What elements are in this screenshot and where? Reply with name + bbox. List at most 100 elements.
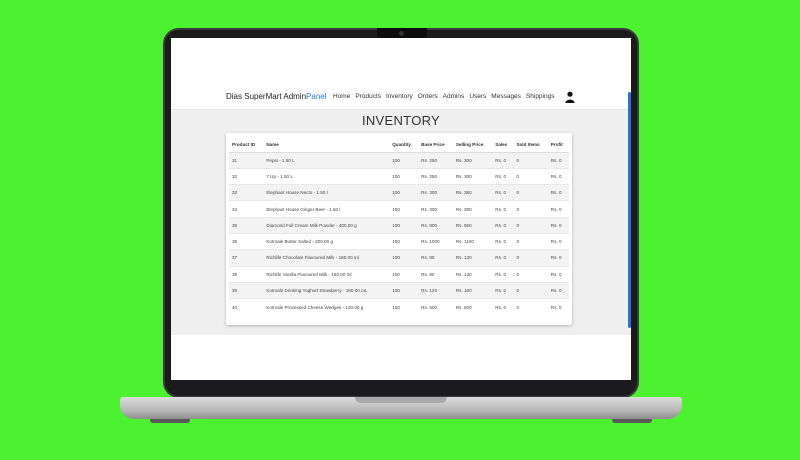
cell-quantity: 100 — [389, 184, 419, 201]
cell-sold-items: 0 — [513, 298, 548, 315]
nav-home[interactable]: Home — [333, 93, 350, 100]
cell-profit: Rs. 0 — [547, 200, 569, 218]
cell-selling-price: Rs. 300 — [452, 151, 493, 169]
col-name: Name — [263, 137, 390, 153]
cell-id: 33 — [229, 184, 264, 201]
cell-base-price: Rs. 250 — [418, 151, 453, 169]
cell-quantity: 100 — [389, 216, 419, 234]
cell-profit: Rs. 0 — [547, 281, 569, 299]
cell-sales: Rs. 0 — [492, 265, 514, 283]
cell-base-price: Rs. 120 — [418, 281, 453, 299]
nav-admins[interactable]: Admins — [443, 93, 465, 100]
cell-quantity: 100 — [389, 232, 419, 250]
col-sales: Sales — [492, 137, 514, 153]
table-row[interactable]: 38 Richlife Vanilla Flavoured Milk - 180.… — [229, 265, 569, 283]
cell-quantity: 100 — [389, 200, 419, 218]
cell-selling-price: Rs. 600 — [452, 298, 493, 315]
cell-sales: Rs. 0 — [492, 281, 514, 299]
cell-profit: Rs. 0 — [547, 232, 569, 250]
table-row[interactable]: 37 Richlife Chocolate Flavoured Milk - 18… — [229, 249, 569, 267]
cell-sales: Rs. 0 — [492, 151, 514, 169]
cell-profit: Rs. 0 — [547, 298, 569, 315]
cell-id: 36 — [229, 232, 264, 250]
cell-selling-price: Rs. 130 — [452, 265, 493, 283]
cell-base-price: Rs. 300 — [418, 200, 453, 218]
cell-name: Kotmale Butter Salted - 200.00 g — [263, 232, 390, 250]
cell-id: 34 — [229, 200, 264, 218]
cell-selling-price: Rs. 380 — [452, 200, 493, 218]
brand-main: Dias SuperMart Admin — [226, 92, 307, 101]
nav-messages[interactable]: Messages — [491, 93, 521, 100]
cell-quantity: 100 — [389, 249, 419, 267]
table-row[interactable]: 33 Elephant House Necto - 1.50 l 100 Rs. 30… — [229, 184, 569, 201]
nav-orders[interactable]: Orders — [418, 93, 438, 100]
table-row[interactable]: 35 Diamond Full Cream Milk Powder - 400.0… — [229, 216, 569, 234]
nav-inventory[interactable]: Inventory — [386, 93, 413, 100]
cell-base-price: Rs. 500 — [418, 298, 453, 315]
cell-profit: Rs. 0 — [547, 216, 569, 234]
nav-shippings[interactable]: Shippings — [526, 93, 555, 100]
cell-selling-price: Rs. 160 — [452, 281, 493, 299]
cell-id: 35 — [229, 216, 264, 234]
cell-quantity: 100 — [389, 151, 419, 169]
col-base-price: Base Price — [418, 137, 453, 153]
table-row[interactable]: 40 Kotmale Processed Cheese Wedges - 120.… — [229, 298, 569, 315]
cell-name: Diamond Full Cream Milk Powder - 400.00 … — [263, 216, 390, 234]
cell-quantity: 100 — [389, 281, 419, 299]
table-row[interactable]: 39 Kotmale Drinking Yoghurt Strawberry - … — [229, 281, 569, 299]
cell-sold-items: 0 — [513, 184, 548, 201]
cell-sold-items: 0 — [513, 167, 548, 185]
table-row[interactable]: 31 Pepsi - 1.50 L 100 Rs. 250 Rs. 300 Rs. 00R… — [229, 151, 569, 169]
cell-sales: Rs. 0 — [492, 216, 514, 234]
cell-name: Richlife Vanilla Flavoured Milk - 180.00… — [263, 265, 390, 283]
inventory-table: Product ID Name Quantity Base Price Sell… — [229, 137, 569, 315]
cell-base-price: Rs. 80 — [418, 265, 453, 283]
cell-id: 31 — [229, 151, 264, 169]
table-row[interactable]: 32 7 Up - 1.50 L 100 Rs. 250 Rs. 300 Rs. 0 0 Rs… — [229, 167, 569, 185]
laptop-foot-left — [150, 419, 190, 423]
laptop-screen: Dias SuperMart AdminPanel Home Products … — [171, 38, 631, 380]
brand-accent: Panel — [306, 92, 327, 101]
cell-sold-items: 0 — [513, 216, 548, 234]
camera-icon — [399, 31, 404, 36]
table-body: 31 Pepsi - 1.50 L 100 Rs. 250 Rs. 300 Rs. 00R… — [229, 151, 569, 315]
cell-id: 40 — [229, 298, 264, 315]
cell-profit: Rs. 0 — [547, 249, 569, 267]
cell-quantity: 100 — [389, 265, 419, 283]
cell-name: Elephant House Ginger Beer - 1.50 l — [263, 200, 390, 218]
cell-profit: Rs. 0 — [547, 167, 569, 185]
cell-name: Kotmale Drinking Yoghurt Strawberry - 18… — [263, 281, 390, 299]
cell-profit: Rs. 0 — [547, 265, 569, 283]
cell-sold-items: 0 — [513, 200, 548, 218]
page-scrollbar[interactable] — [628, 92, 631, 328]
brand-logo[interactable]: Dias SuperMart AdminPanel — [226, 92, 327, 101]
col-selling-price: Selling Price — [452, 137, 493, 153]
laptop-base — [120, 397, 682, 419]
nav-menu: Home Products Inventory Orders Admins Us… — [333, 93, 554, 100]
cell-sold-items: 0 — [513, 281, 548, 299]
nav-users[interactable]: Users — [469, 93, 486, 100]
cell-sold-items: 0 — [513, 232, 548, 250]
cell-sales: Rs. 0 — [492, 184, 514, 201]
table-row[interactable]: 34 Elephant House Ginger Beer - 1.50 l 100… — [229, 200, 569, 218]
cell-name: Kotmale Processed Cheese Wedges - 120.00… — [263, 298, 390, 315]
navbar: Dias SuperMart AdminPanel Home Products … — [171, 86, 631, 110]
cell-sold-items: 0 — [513, 249, 548, 267]
col-sold-items: Sold Items — [513, 137, 548, 153]
cell-name: 7 Up - 1.50 L — [263, 167, 390, 185]
screen-bottom-area — [171, 335, 631, 380]
cell-name: Richlife Chocolate Flavoured Milk - 180.… — [263, 249, 390, 267]
cell-profit: Rs. 0 — [547, 151, 569, 169]
laptop-foot-right — [612, 419, 652, 423]
user-icon[interactable] — [565, 91, 575, 103]
col-product-id: Product ID — [229, 137, 264, 153]
page-title: INVENTORY — [361, 113, 441, 128]
laptop-groove — [355, 397, 447, 403]
cell-sold-items: 0 — [513, 265, 548, 283]
nav-products[interactable]: Products — [355, 93, 381, 100]
cell-quantity: 100 — [389, 167, 419, 185]
col-profit: Profit — [547, 137, 569, 153]
laptop-lid: Dias SuperMart AdminPanel Home Products … — [163, 28, 639, 398]
cell-selling-price: Rs. 300 — [452, 167, 493, 185]
table-row[interactable]: 36 Kotmale Butter Salted - 200.00 g 100 Rs.… — [229, 232, 569, 250]
